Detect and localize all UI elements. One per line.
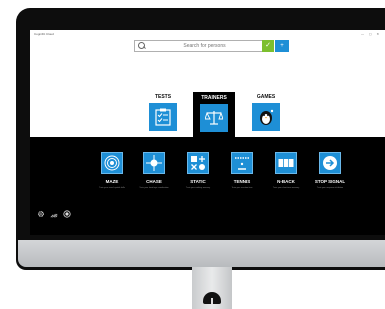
trainer-static[interactable]: STATIC Train your working memory — [178, 152, 218, 190]
trainer-label: STATIC — [190, 179, 206, 184]
trainer-description: Train your working memory — [185, 187, 211, 189]
add-person-button[interactable]: + — [275, 40, 289, 52]
maze-target-icon[interactable] — [101, 152, 123, 174]
trainer-description: Train your visual spatial skills — [99, 187, 125, 189]
category-label: TRAINERS — [201, 95, 227, 101]
brush-icon[interactable] — [50, 210, 58, 218]
monitor-chin — [18, 240, 385, 267]
arrow-right-icon[interactable] — [319, 152, 341, 174]
category-games[interactable]: GAMES — [246, 94, 286, 131]
category-label: TESTS — [154, 94, 172, 100]
math-symbols-icon[interactable] — [187, 152, 209, 174]
trainer-description: Train your hand-eye coordination — [139, 187, 169, 189]
crosshair-icon[interactable] — [143, 152, 165, 174]
trainer-label: TENNIS — [233, 179, 251, 184]
bottom-toolbar — [37, 210, 71, 218]
search-bar[interactable] — [134, 40, 264, 52]
top-panel: CogniFit Cloud — ▢ ✕ ✓ + TESTS TRAIN — [30, 30, 385, 137]
search-input[interactable] — [146, 41, 263, 51]
trainer-description: Train your short-term memory — [272, 187, 300, 189]
trainer-maze[interactable]: MAZE Train your visual spatial skills — [92, 152, 132, 190]
category-tests[interactable]: TESTS — [143, 94, 183, 131]
trainer-chase[interactable]: CHASE Train your hand-eye coordination — [134, 152, 174, 190]
n-back-cards-icon[interactable] — [275, 152, 297, 174]
trainer-n-back[interactable]: N-BACK Train your short-term memory — [266, 152, 306, 190]
tennis-court-icon[interactable] — [231, 152, 253, 174]
search-go-button[interactable]: ✓ — [262, 40, 274, 52]
trainer-label: N-BACK — [277, 179, 295, 184]
trainer-label: STOP SIGNAL — [314, 179, 346, 184]
category-trainers[interactable]: TRAINERS — [193, 92, 235, 137]
category-label: GAMES — [256, 94, 276, 100]
clipboard-checklist-icon[interactable] — [149, 103, 177, 131]
window-title: CogniFit Cloud — [34, 32, 54, 36]
window-controls[interactable]: — ▢ ✕ — [361, 32, 381, 36]
trainer-description: Train your response inhibition — [316, 187, 344, 189]
trainer-description: Train your reaction time — [231, 187, 253, 189]
search-icon — [138, 42, 146, 50]
gear-icon[interactable] — [37, 210, 45, 218]
screen: CogniFit Cloud — ▢ ✕ ✓ + TESTS TRAIN — [30, 30, 385, 235]
trainer-tennis[interactable]: TENNIS Train your reaction time — [222, 152, 262, 190]
trainers-list: MAZE Train your visual spatial skills CH… — [92, 152, 352, 212]
stand-cable-hole — [203, 292, 221, 304]
trainer-label: MAZE — [105, 179, 119, 184]
target-icon[interactable] — [63, 210, 71, 218]
penguin-icon[interactable] — [252, 103, 280, 131]
trainer-label: CHASE — [146, 179, 162, 184]
scales-icon[interactable] — [200, 104, 228, 132]
trainer-stop-signal[interactable]: STOP SIGNAL Train your response inhibiti… — [310, 152, 350, 190]
